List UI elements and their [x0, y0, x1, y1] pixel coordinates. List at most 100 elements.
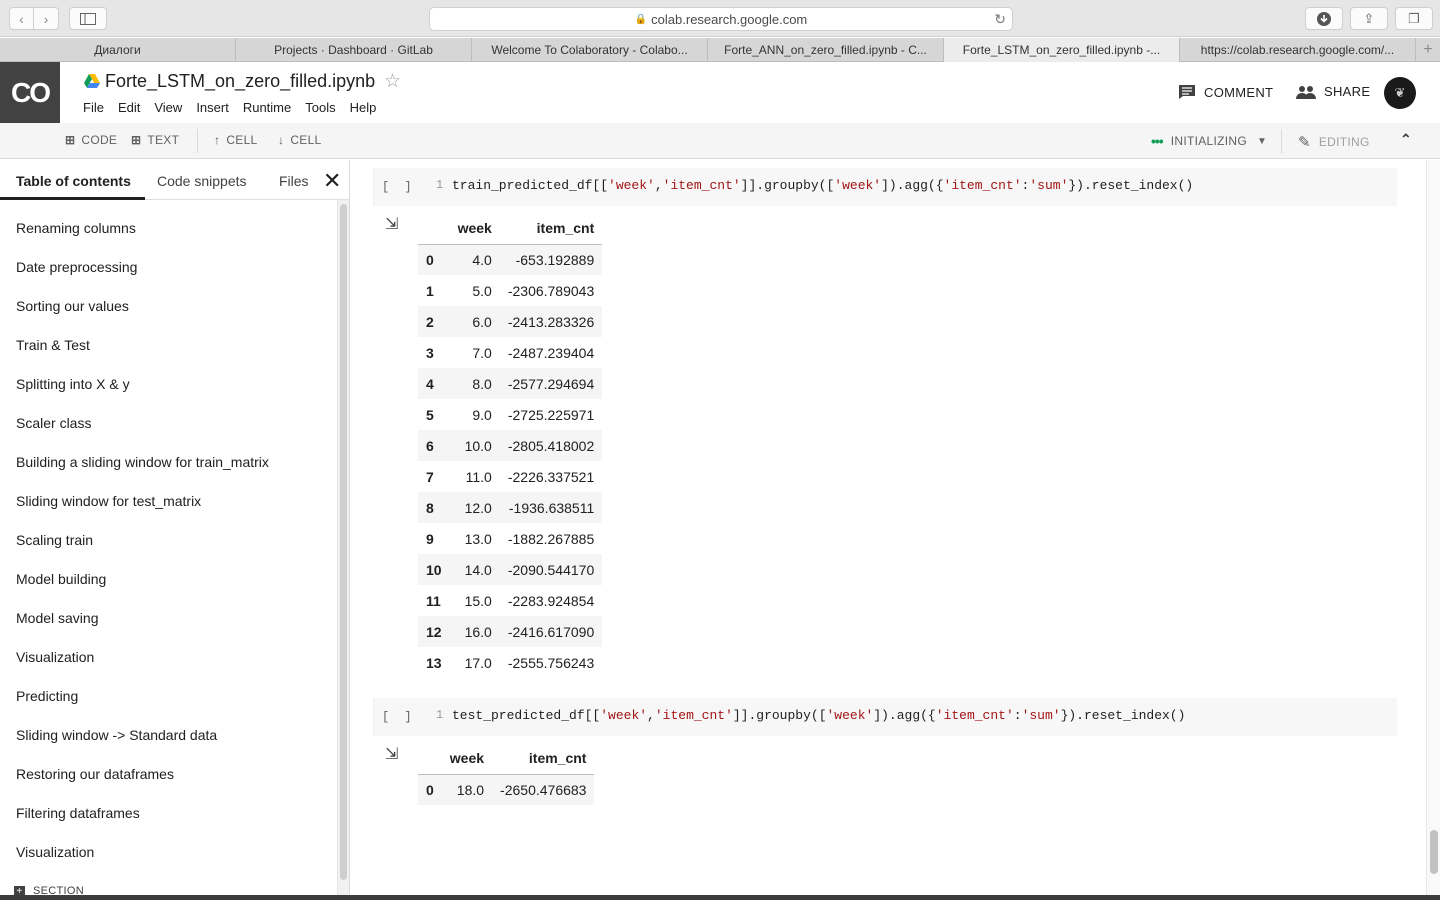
toc-item[interactable]: Predicting	[0, 676, 336, 715]
notebook-scrollbar[interactable]	[1426, 160, 1440, 896]
run-cell-button[interactable]: [ ]	[382, 180, 416, 194]
share-page-button[interactable]: ⇪	[1350, 7, 1388, 30]
code-text[interactable]: train_predicted_df[['week','item_cnt']].…	[452, 178, 1193, 193]
sidebar-scrollbar[interactable]	[337, 200, 349, 900]
code-string-token: 'item_cnt'	[943, 178, 1022, 193]
browser-tab[interactable]: Welcome To Colaboratory - Colabo...	[472, 38, 708, 62]
toc-item[interactable]: Splitting into X & y	[0, 364, 336, 403]
new-tab-button[interactable]: +	[1416, 38, 1440, 61]
toc-item[interactable]: Restoring our dataframes	[0, 754, 336, 793]
toc-item[interactable]: Model saving	[0, 598, 336, 637]
menu-insert[interactable]: Insert	[196, 100, 229, 115]
toc-item[interactable]: Sliding window -> Standard data	[0, 715, 336, 754]
toolbar-divider	[197, 129, 198, 153]
chevron-up-icon[interactable]: ⌃	[1400, 131, 1412, 148]
reload-icon[interactable]: ↻	[994, 11, 1006, 28]
table-row: 7 11.0 -2226.337521	[418, 461, 602, 492]
toc-item[interactable]: Building a sliding window for train_matr…	[0, 442, 336, 481]
tab-table-of-contents[interactable]: Table of contents	[16, 173, 131, 189]
close-icon[interactable]: ✕	[323, 168, 341, 194]
toc-item[interactable]: Sorting our values	[0, 286, 336, 325]
menu-tools[interactable]: Tools	[305, 100, 335, 115]
dataframe-output: week item_cnt 0 18.0 -2650.476683	[418, 742, 595, 805]
table-cell: -2283.924854	[507, 592, 595, 609]
editing-mode[interactable]: ✎ EDITING	[1298, 133, 1370, 151]
avatar[interactable]: ❦	[1384, 77, 1416, 109]
toc-item[interactable]: Scaling train	[0, 520, 336, 559]
add-code-button[interactable]: ⊞ CODE	[65, 133, 117, 147]
comment-button[interactable]: COMMENT	[1178, 84, 1273, 100]
back-button[interactable]: ‹	[9, 7, 34, 30]
menu-view[interactable]: View	[154, 100, 182, 115]
menu-help[interactable]: Help	[350, 100, 377, 115]
share-button[interactable]: SHARE	[1296, 84, 1370, 99]
table-cell: 17.0	[464, 654, 492, 671]
dataframe-output: week item_cnt 0 4.0 -653.192889 1 5.0 -2306.789…	[418, 212, 603, 678]
runtime-status[interactable]: ••• INITIALIZING ▼	[1151, 133, 1267, 149]
row-index: 3	[426, 344, 434, 361]
code-cell[interactable]: [ ] 1 test_predicted_df[['week','item_cn…	[373, 698, 1397, 736]
table-cell: 5.0	[472, 282, 492, 299]
menu-edit[interactable]: Edit	[118, 100, 140, 115]
menu-file[interactable]: File	[83, 100, 104, 115]
table-cell: 11.0	[465, 468, 492, 485]
code-token: }).reset_index()	[1068, 178, 1194, 193]
table-row: 2 6.0 -2413.283326	[418, 306, 603, 337]
output-icon[interactable]: ⇲	[385, 744, 398, 764]
toolbar-divider	[1281, 129, 1282, 153]
table-cell: 13.0	[464, 530, 492, 547]
row-index: 0	[426, 251, 434, 268]
toc-item[interactable]: Date preprocessing	[0, 247, 336, 286]
move-cell-up-button[interactable]: ↑ CELL	[214, 133, 258, 147]
notebook-title[interactable]: Forte_LSTM_on_zero_filled.ipynb	[105, 71, 375, 92]
code-text[interactable]: test_predicted_df[['week','item_cnt']].g…	[452, 708, 1185, 723]
address-bar[interactable]: 🔒 colab.research.google.com ↻	[429, 7, 1013, 31]
table-row: 0 4.0 -653.192889	[418, 244, 603, 275]
star-icon[interactable]: ☆	[384, 70, 401, 93]
user-avatar-icon: ❦	[1394, 85, 1406, 100]
tabs-icon: ❐	[1408, 10, 1420, 26]
toc-item[interactable]: Train & Test	[0, 325, 336, 364]
menu-runtime[interactable]: Runtime	[243, 100, 291, 115]
table-row: 12 16.0 -2416.617090	[418, 616, 603, 647]
forward-button[interactable]: ›	[34, 7, 59, 30]
url-text: colab.research.google.com	[651, 11, 808, 27]
tab-files[interactable]: Files	[279, 173, 309, 189]
table-cell: 9.0	[472, 406, 492, 423]
toc-item[interactable]: Renaming columns	[0, 208, 336, 247]
toc-item[interactable]: Model building	[0, 559, 336, 598]
browser-tab[interactable]: https://colab.research.google.com/...	[1180, 38, 1416, 62]
toc-item[interactable]: Visualization	[0, 832, 336, 871]
column-header: item_cnt	[528, 749, 587, 766]
lock-icon: 🔒	[634, 13, 648, 25]
table-header-row: week item_cnt	[418, 742, 595, 774]
browser-tab[interactable]: Диалоги	[0, 38, 236, 62]
comment-icon	[1179, 85, 1195, 99]
toc-item[interactable]: Filtering dataframes	[0, 793, 336, 832]
tab-overview-button[interactable]: ❐	[1395, 7, 1433, 30]
scrollbar-thumb[interactable]	[340, 204, 347, 880]
colab-logo[interactable]: CO	[0, 62, 60, 123]
browser-tab[interactable]: Projects · Dashboard · GitLab	[236, 38, 472, 62]
table-cell: 18.0	[456, 781, 485, 798]
toc-item[interactable]: Scaler class	[0, 403, 336, 442]
downloads-button[interactable]	[1305, 7, 1343, 30]
chevron-left-icon: ‹	[19, 10, 24, 27]
row-index: 12	[426, 623, 442, 640]
code-cell[interactable]: [ ] 1 train_predicted_df[['week','item_c…	[373, 168, 1397, 206]
browser-toolbar: ‹ › 🔒 colab.research.google.com ↻ ⇪ ❐	[0, 0, 1440, 37]
code-string-token: 'item_cnt'	[935, 708, 1014, 723]
scrollbar-thumb[interactable]	[1430, 830, 1438, 874]
tab-code-snippets[interactable]: Code snippets	[157, 173, 247, 189]
add-text-button[interactable]: ⊞ TEXT	[131, 133, 179, 147]
run-cell-button[interactable]: [ ]	[382, 710, 416, 724]
toc-item[interactable]: Visualization	[0, 637, 336, 676]
row-index: 11	[426, 592, 441, 609]
sidebar-toggle-button[interactable]	[69, 7, 107, 30]
output-icon[interactable]: ⇲	[385, 214, 398, 234]
browser-tab[interactable]: Forte_ANN_on_zero_filled.ipynb - C...	[708, 38, 944, 62]
move-cell-down-button[interactable]: ↓ CELL	[278, 133, 322, 147]
toc-item[interactable]: Sliding window for test_matrix	[0, 481, 336, 520]
browser-tab-active[interactable]: Forte_LSTM_on_zero_filled.ipynb -...	[944, 38, 1180, 62]
code-string-token: 'item_cnt'	[662, 178, 741, 193]
